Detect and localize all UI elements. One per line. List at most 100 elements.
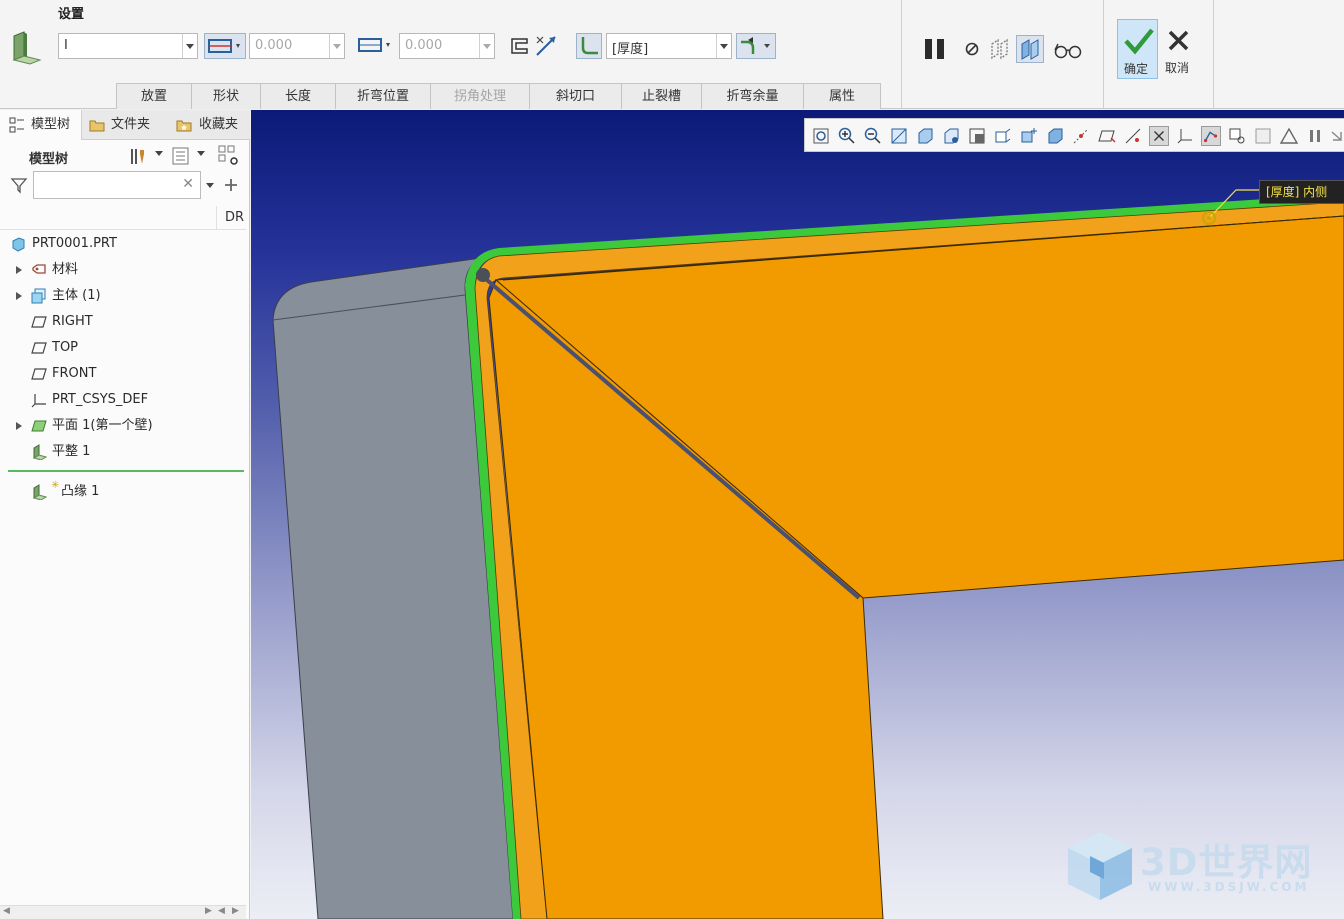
chevron-down-icon[interactable] (479, 34, 494, 58)
tree-node-part[interactable]: PRT0001.PRT (0, 231, 246, 257)
saved-orientations-icon[interactable] (941, 126, 961, 146)
verify-glasses-icon[interactable] (1052, 36, 1084, 62)
chevron-down-icon[interactable] (195, 140, 207, 166)
planar-wall-icon (31, 420, 47, 432)
add-icon[interactable] (223, 177, 239, 193)
sketch-display-icon[interactable] (1201, 126, 1221, 146)
datum-axis-icon[interactable] (1071, 126, 1091, 146)
csys-display-icon[interactable] (1175, 126, 1195, 146)
length-type-button[interactable] (204, 33, 246, 59)
overflow-arrow-icon[interactable] (1329, 126, 1344, 146)
tree-node-planar-wall[interactable]: 平面 1(第一个壁) (0, 413, 246, 439)
datum-display-icon[interactable] (1019, 126, 1039, 146)
thickness-combo[interactable]: [厚度] (606, 33, 732, 59)
thickness-direction-button[interactable] (533, 33, 559, 59)
analysis-display-icon[interactable] (1253, 126, 1273, 146)
cancel-button[interactable]: 取消 (1162, 19, 1196, 79)
cube-logo-icon (1068, 832, 1132, 900)
scroll-right-icon[interactable]: ▶ (205, 906, 212, 916)
zoom-out-icon[interactable] (863, 126, 883, 146)
scroll-left-icon[interactable]: ◀ (218, 906, 225, 916)
bend-relief-hole (476, 268, 490, 282)
tab-favorites[interactable]: 收藏夹 (166, 110, 250, 140)
search-input[interactable]: ✕ (33, 171, 201, 199)
point-display-icon[interactable] (1123, 126, 1143, 146)
bend-side-button[interactable] (736, 33, 776, 59)
chevron-down-icon[interactable] (182, 34, 197, 58)
length-type2-button[interactable] (355, 33, 397, 59)
annotation-display-icon[interactable] (1149, 126, 1169, 146)
tab-corner-treatment[interactable]: 拐角处理 (430, 83, 530, 109)
zoom-in-icon[interactable] (837, 126, 857, 146)
model-tree-title: 模型树 (29, 152, 69, 167)
expand-arrow-icon[interactable] (16, 422, 22, 430)
flange-wall-icon (12, 31, 42, 65)
pause-icon[interactable] (922, 36, 948, 62)
tree-node-flat[interactable]: 平整 1 (0, 439, 246, 465)
tree-node-datum-top[interactable]: TOP (0, 335, 246, 361)
graphics-window[interactable]: [厚度] 内侧 3D世界网 WWW.3DSJW.COM (251, 110, 1344, 919)
length1-field[interactable]: 0.000 (249, 33, 345, 59)
tree-node-label: 主体 (1) (52, 288, 101, 303)
watermark: 3D世界网 WWW.3DSJW.COM (1060, 826, 1330, 906)
sheetmetal-model[interactable] (251, 110, 1344, 919)
spin-center-icon[interactable] (1045, 126, 1065, 146)
tree-node-csys[interactable]: PRT_CSYS_DEF (0, 387, 246, 413)
tree-filter-settings-icon[interactable] (217, 144, 241, 168)
insert-here-marker[interactable] (8, 470, 244, 472)
length2-field[interactable]: 0.000 (399, 33, 495, 59)
filter-icon[interactable] (10, 176, 28, 194)
scroll-right-icon[interactable]: ▶ (232, 906, 239, 916)
repaint-icon[interactable] (889, 126, 909, 146)
body-icon (31, 288, 46, 304)
tree-node-flange-wall[interactable]: ✳ 凸缘 1 (0, 479, 246, 505)
tab-model-tree[interactable]: 模型树 (0, 110, 82, 140)
expand-arrow-icon[interactable] (16, 292, 22, 300)
tab-placement[interactable]: 放置 (116, 83, 192, 109)
wall-attach-combo[interactable]: I (58, 33, 198, 59)
tools-icon[interactable] (128, 146, 148, 166)
view-tools-icon[interactable] (1227, 126, 1247, 146)
column-dr[interactable]: DR (216, 206, 244, 230)
model-tree-icon (9, 117, 24, 133)
tab-length[interactable]: 长度 (260, 83, 336, 109)
ok-button[interactable]: 确定 (1117, 19, 1158, 79)
tab-shape[interactable]: 形状 (191, 83, 261, 109)
tab-folder-browser[interactable]: 文件夹 (83, 110, 165, 140)
perspective-icon[interactable] (993, 126, 1013, 146)
flip-profile-button[interactable] (507, 33, 533, 59)
view-manager-icon[interactable] (967, 126, 987, 146)
refit-icon[interactable] (811, 126, 831, 146)
warning-triangle-icon[interactable] (1279, 126, 1299, 146)
tree-node-datum-right[interactable]: RIGHT (0, 309, 246, 335)
chevron-down-icon[interactable] (716, 34, 731, 58)
expand-arrow-icon[interactable] (16, 266, 22, 274)
attached-preview-button[interactable] (1016, 35, 1044, 63)
no-preview-icon[interactable] (960, 36, 986, 62)
clear-search-icon[interactable]: ✕ (182, 176, 194, 192)
tree-node-body[interactable]: 主体 (1) (0, 283, 246, 309)
favorites-icon (176, 120, 192, 132)
tab-bend-allowance[interactable]: 折弯余量 (701, 83, 804, 109)
scroll-left-icon[interactable]: ◀ (3, 906, 10, 916)
tab-properties[interactable]: 属性 (803, 83, 881, 109)
thickness-dimension-tag[interactable]: [厚度] 内侧 (1259, 180, 1344, 204)
chevron-down-icon[interactable] (329, 34, 344, 58)
model-tree-header: 模型树 (0, 140, 248, 170)
separate-preview-icon[interactable] (988, 36, 1014, 62)
tree-node-datum-front[interactable]: FRONT (0, 361, 246, 387)
tab-bend-position[interactable]: 折弯位置 (335, 83, 431, 109)
pause-icon[interactable] (1305, 126, 1325, 146)
show-list-icon[interactable] (172, 146, 190, 166)
tab-miter-cut[interactable]: 斜切口 (529, 83, 622, 109)
display-style-icon[interactable] (915, 126, 935, 146)
chevron-down-icon[interactable] (153, 140, 165, 166)
tree-node-material[interactable]: 材料 (0, 257, 246, 283)
thickness-combo-value: [厚度] (612, 42, 649, 57)
ribbon-separator (901, 0, 902, 108)
datum-plane-display-icon[interactable] (1097, 126, 1117, 146)
chevron-down-icon[interactable] (204, 172, 216, 198)
bend-radius-button[interactable] (576, 33, 602, 59)
horizontal-scrollbar[interactable]: ◀ ▶ ◀ ▶ (0, 905, 246, 919)
tab-relief[interactable]: 止裂槽 (621, 83, 702, 109)
